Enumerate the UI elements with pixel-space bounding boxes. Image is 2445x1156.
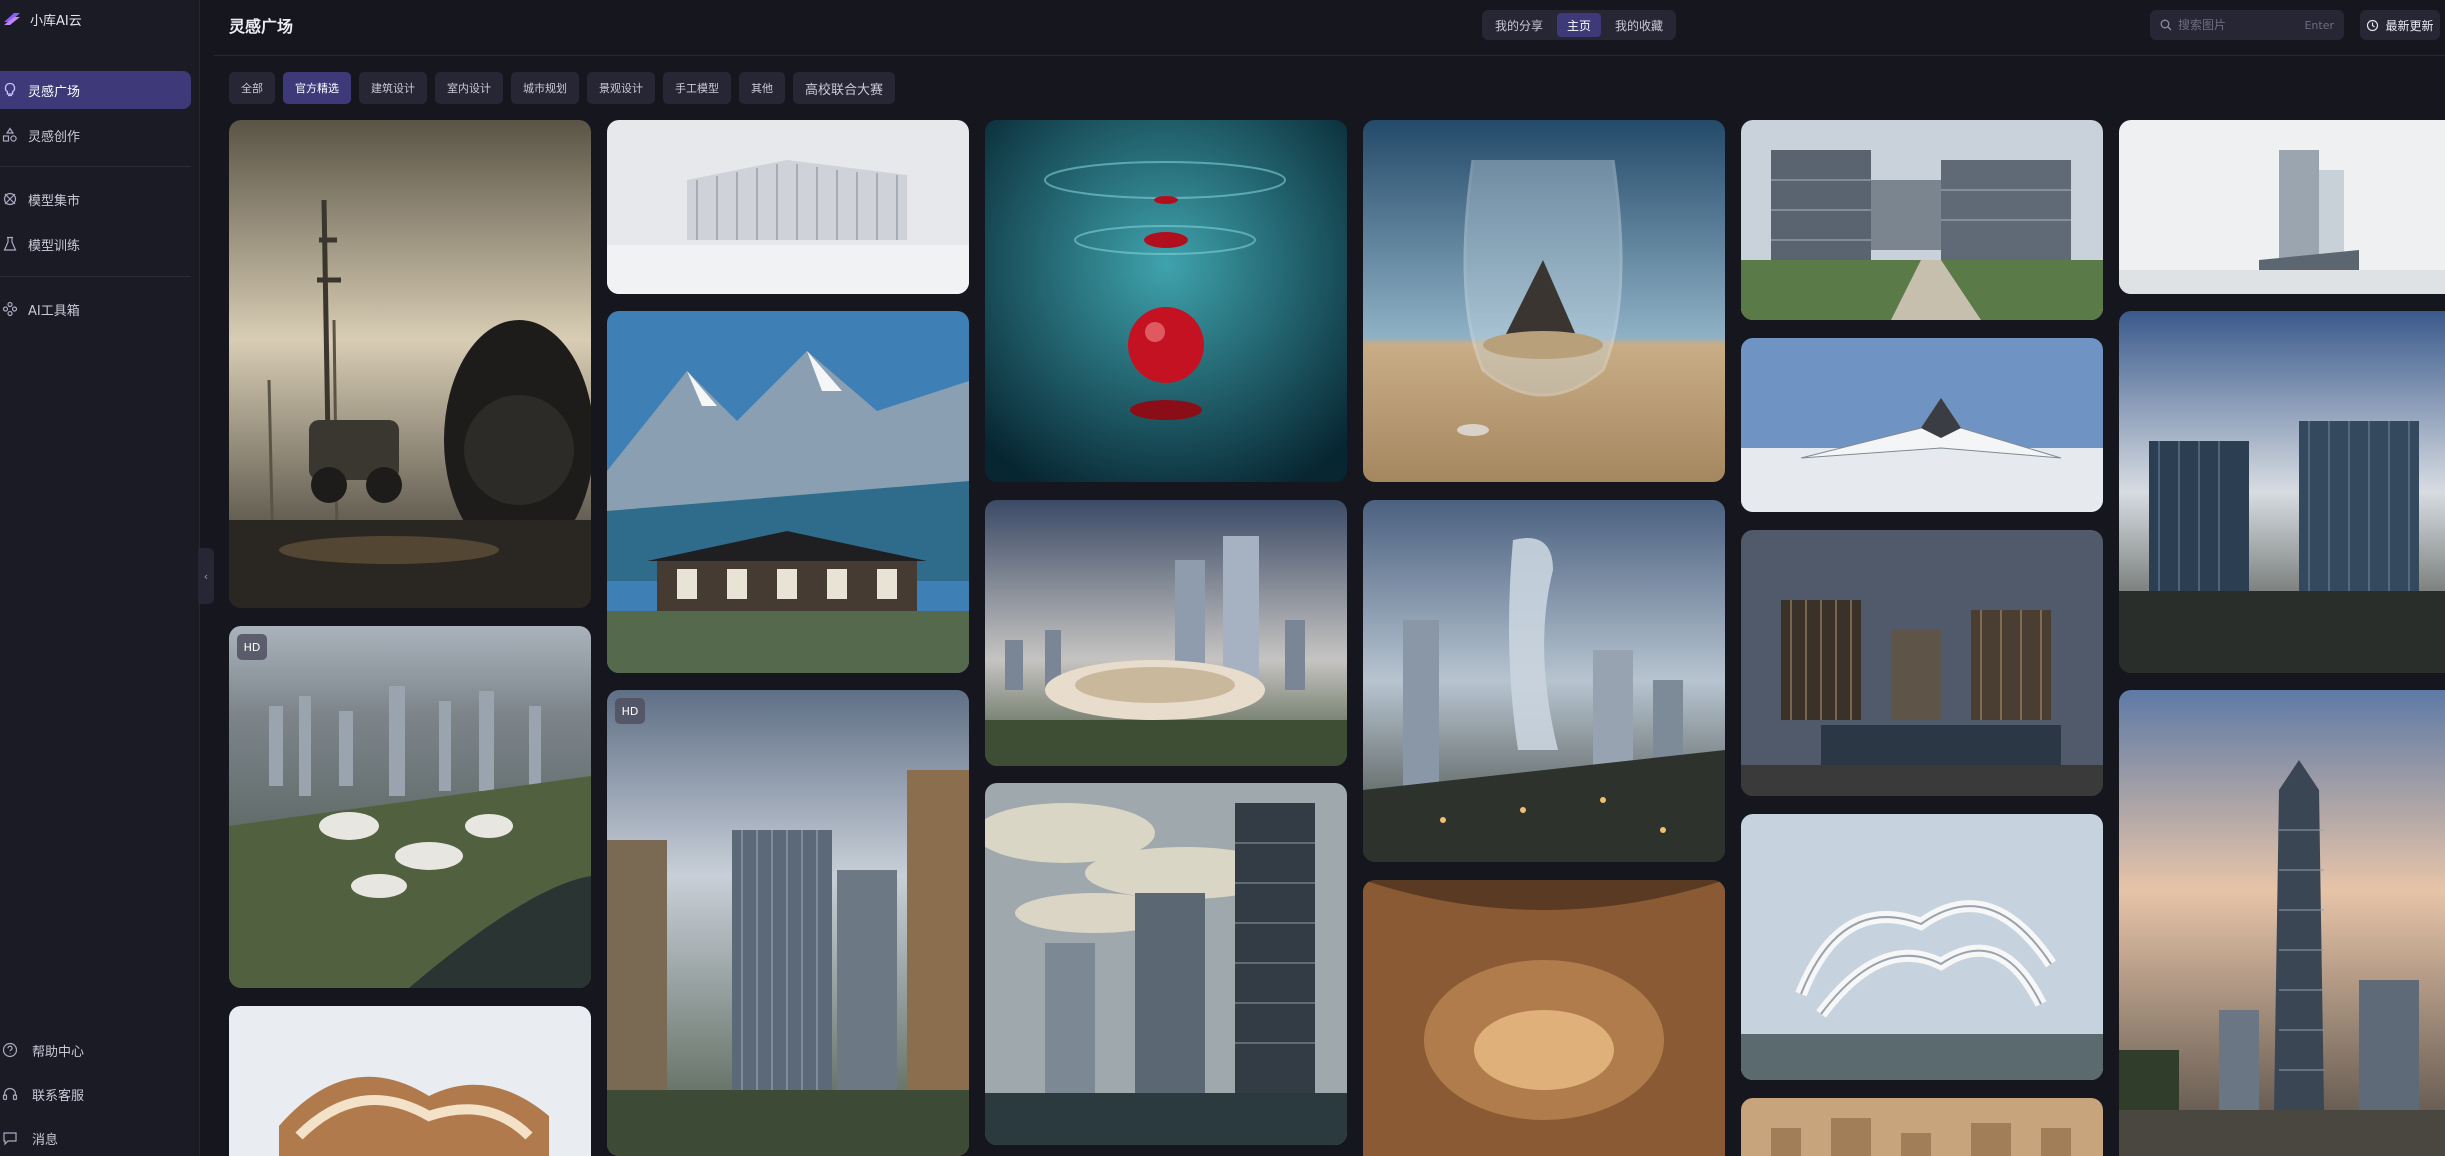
- gallery-card[interactable]: [985, 783, 1347, 1145]
- view-option-my-shares[interactable]: 我的分享: [1485, 13, 1553, 37]
- view-toggle: 我的分享 主页 我的收藏: [1482, 10, 1677, 40]
- sidebar-item-inspiration-create[interactable]: 灵感创作: [0, 116, 191, 154]
- gallery-image: [1363, 120, 1725, 482]
- sidebar-item-ai-toolbox[interactable]: AI工具箱: [0, 290, 191, 328]
- sidebar: 小库AI云 灵感广场 灵感创作 模型集市 模型训练 AI工具箱 帮助中心 联系客…: [0, 0, 200, 1156]
- lightbulb-icon: [4, 82, 16, 97]
- gallery-image: [229, 1006, 591, 1156]
- category-chip-architecture[interactable]: 建筑设计: [359, 72, 427, 104]
- view-option-home[interactable]: 主页: [1557, 13, 1602, 37]
- sidebar-item-label: 灵感广场: [28, 84, 81, 100]
- gallery-card[interactable]: [985, 120, 1347, 482]
- gallery-card[interactable]: [607, 311, 969, 673]
- gallery-card[interactable]: [1741, 338, 2103, 512]
- sidebar-item-label: 联系客服: [32, 1088, 85, 1104]
- gallery-image: [2119, 311, 2445, 673]
- latest-updates-button[interactable]: 最新更新: [2360, 10, 2440, 40]
- sidebar-item-label: 帮助中心: [32, 1044, 85, 1060]
- category-chip-other[interactable]: 其他: [739, 72, 785, 104]
- gallery-image: [2119, 120, 2445, 294]
- sidebar-item-label: 模型集市: [28, 193, 81, 209]
- brand-logo-icon: [4, 13, 20, 25]
- view-option-my-favorites[interactable]: 我的收藏: [1605, 13, 1673, 37]
- sidebar-item-inspiration-square[interactable]: 灵感广场: [0, 71, 191, 109]
- gallery-card[interactable]: [1741, 530, 2103, 796]
- sidebar-item-messages[interactable]: 消息: [0, 1126, 58, 1150]
- search-icon: [2160, 19, 2172, 31]
- category-chip-official-picks[interactable]: 官方精选: [283, 72, 351, 104]
- sidebar-divider: [0, 166, 191, 167]
- gallery-image: [607, 690, 969, 1156]
- sidebar-item-contact-support[interactable]: 联系客服: [0, 1082, 84, 1106]
- gallery-card[interactable]: HD: [607, 690, 969, 1156]
- image-gallery: HD HD: [229, 120, 2445, 1156]
- hd-badge: HD: [237, 634, 267, 660]
- gallery-card[interactable]: [1363, 500, 1725, 862]
- gallery-card[interactable]: [1741, 120, 2103, 320]
- gallery-image: [229, 626, 591, 988]
- gallery-image: [1741, 814, 2103, 1080]
- gallery-card[interactable]: [607, 120, 969, 294]
- gallery-card[interactable]: [229, 120, 591, 608]
- toolbox-icon: [2, 301, 18, 317]
- message-icon: [3, 1132, 17, 1146]
- gallery-image: [1741, 338, 2103, 512]
- sidebar-divider: [0, 276, 191, 277]
- latest-updates-label: 最新更新: [2385, 18, 2434, 33]
- gallery-image: [985, 120, 1347, 482]
- gallery-card[interactable]: [1741, 1098, 2103, 1156]
- sidebar-item-label: 模型训练: [28, 238, 81, 254]
- search-input[interactable]: [2178, 18, 2299, 32]
- shapes-icon: [2, 127, 17, 142]
- model-market-icon: [3, 192, 17, 206]
- gallery-image: [1741, 120, 2103, 320]
- category-chip-interior[interactable]: 室内设计: [435, 72, 503, 104]
- brand-name: 小库AI云: [30, 13, 82, 29]
- sidebar-item-label: 灵感创作: [28, 129, 81, 145]
- gallery-card[interactable]: [1363, 120, 1725, 482]
- page-title: 灵感广场: [229, 17, 294, 36]
- gallery-card[interactable]: [2119, 311, 2445, 673]
- gallery-image: [985, 783, 1347, 1145]
- help-circle-icon: [2, 1042, 18, 1058]
- gallery-image: [2119, 690, 2445, 1156]
- gallery-card[interactable]: HD: [229, 626, 591, 988]
- category-chip-urban-planning[interactable]: 城市规划: [511, 72, 579, 104]
- gallery-image: [229, 120, 591, 608]
- category-chip-landscape[interactable]: 景观设计: [587, 72, 655, 104]
- gallery-image: [985, 500, 1347, 766]
- top-header: 灵感广场 我的分享 主页 我的收藏 Enter 最新更新: [214, 0, 2445, 56]
- brand[interactable]: 小库AI云: [0, 6, 82, 32]
- sidebar-item-label: 消息: [32, 1132, 59, 1148]
- search-box: Enter: [2150, 10, 2344, 40]
- gallery-image: [607, 120, 969, 294]
- category-chip-all[interactable]: 全部: [229, 72, 275, 104]
- gallery-card[interactable]: [1741, 814, 2103, 1080]
- gallery-image: [1741, 530, 2103, 796]
- gallery-card[interactable]: [1363, 880, 1725, 1156]
- category-chip-handmade-model[interactable]: 手工模型: [663, 72, 731, 104]
- gallery-card[interactable]: [985, 500, 1347, 766]
- headset-icon: [2, 1087, 18, 1101]
- chevron-left-icon: ‹: [203, 569, 209, 583]
- refresh-icon: [2367, 19, 2379, 31]
- sidebar-collapse-handle[interactable]: ‹: [198, 548, 214, 604]
- sidebar-item-model-training[interactable]: 模型训练: [0, 225, 191, 263]
- gallery-image: [1363, 500, 1725, 862]
- hd-badge: HD: [615, 698, 645, 724]
- sidebar-item-label: AI工具箱: [28, 303, 80, 319]
- category-chip-university-contest[interactable]: 高校联合大赛: [793, 72, 896, 104]
- category-filter-bar: 全部 官方精选 建筑设计 室内设计 城市规划 景观设计 手工模型 其他 高校联合…: [229, 72, 896, 104]
- flask-icon: [3, 236, 17, 251]
- gallery-image: [1741, 1098, 2103, 1156]
- sidebar-item-help-center[interactable]: 帮助中心: [0, 1038, 84, 1062]
- sidebar-item-model-market[interactable]: 模型集市: [0, 180, 191, 218]
- gallery-card[interactable]: [2119, 690, 2445, 1156]
- search-enter-hint: Enter: [2304, 18, 2334, 32]
- gallery-image: [1363, 880, 1725, 1156]
- gallery-image: [607, 311, 969, 673]
- gallery-card[interactable]: [2119, 120, 2445, 294]
- gallery-card[interactable]: [229, 1006, 591, 1156]
- app-window: 小库AI云 灵感广场 灵感创作 模型集市 模型训练 AI工具箱 帮助中心 联系客…: [0, 0, 2445, 1156]
